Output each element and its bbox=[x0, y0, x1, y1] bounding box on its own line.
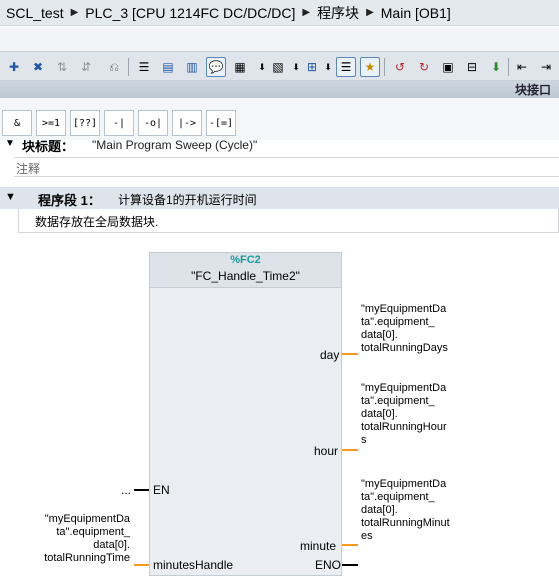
monitor-icon[interactable]: ★ bbox=[360, 57, 380, 77]
hour-output-tag[interactable]: "myEquipmentDa ta".equipment_ data[0]. t… bbox=[361, 382, 447, 447]
reset-icon[interactable]: ⎌ bbox=[104, 57, 124, 77]
branch-button[interactable]: |-> bbox=[172, 110, 202, 136]
chevron-right-icon: ▶ bbox=[70, 7, 79, 18]
collapse-network-icon[interactable]: ▼ bbox=[5, 191, 16, 203]
block-interface-header[interactable]: 块接口 bbox=[0, 81, 559, 98]
en-pin-label: EN bbox=[153, 483, 170, 497]
delete-network-icon[interactable]: ✖ bbox=[28, 57, 48, 77]
network-comments-icon[interactable]: ▥ bbox=[182, 57, 202, 77]
hour-pin-label: hour bbox=[314, 444, 339, 458]
block-title-label: 块标题： bbox=[22, 140, 75, 154]
day-output-tag[interactable]: "myEquipmentDa ta".equipment_ data[0]. t… bbox=[361, 303, 448, 355]
eno-pin-label: ENO bbox=[315, 558, 342, 572]
toolbar-separator bbox=[384, 58, 385, 76]
minute-wire bbox=[342, 544, 358, 546]
editor-toolbar: ✚ ✖ ⇅ ⇵ ⎌ ☰ ▤ ▥ 💬 ▦ ⬇ ▧ ⬇ ⊞ ⬇ ☰ ★ ↺ ↻ ▣ … bbox=[0, 51, 559, 81]
and-box-button[interactable]: & bbox=[2, 110, 32, 136]
block-comment-field[interactable]: 注释 bbox=[14, 157, 559, 177]
network-label: 程序段 1： bbox=[38, 193, 101, 208]
display-tags-icon[interactable]: 💬 bbox=[206, 57, 226, 77]
break-icon[interactable]: ⬇ bbox=[486, 57, 506, 77]
hour-wire bbox=[342, 449, 358, 451]
insert-row-icon[interactable]: ⇅ bbox=[52, 57, 72, 77]
minutes-handle-pin-label: minutesHandle bbox=[153, 558, 234, 572]
day-wire bbox=[342, 353, 358, 355]
breadcrumb-main[interactable]: Main [OB1] bbox=[381, 5, 451, 21]
breadcrumb-project[interactable]: SCL_test bbox=[6, 5, 64, 21]
insert-input-button[interactable]: -| bbox=[104, 110, 134, 136]
collapse-icon[interactable]: ▼ bbox=[5, 140, 15, 149]
day-pin-label: day bbox=[320, 348, 340, 362]
network-header: ▼ 程序段 1： 计算设备1的开机运行时间 bbox=[0, 187, 559, 209]
go-online-icon[interactable]: ☰ bbox=[336, 57, 356, 77]
network-comment[interactable]: 数据存放在全局数据块. bbox=[18, 209, 559, 233]
eno-wire bbox=[342, 564, 358, 566]
add-row-icon[interactable]: ⇵ bbox=[76, 57, 96, 77]
chevron-right-icon: ▶ bbox=[366, 7, 374, 18]
instruction-bar-gap bbox=[0, 98, 559, 106]
indent-icon[interactable]: ⇤ bbox=[512, 57, 532, 77]
function-block-name[interactable]: "FC_Handle_Time2" bbox=[149, 269, 342, 283]
toolbar-separator bbox=[128, 58, 129, 76]
minute-pin-label: minute bbox=[300, 539, 337, 553]
sort-icon[interactable]: ▧ bbox=[268, 57, 288, 77]
block-title-value[interactable]: "Main Program Sweep (Cycle)" bbox=[92, 140, 257, 152]
chevron-right-icon: ▶ bbox=[302, 7, 311, 18]
empty-box-button[interactable]: [??] bbox=[70, 110, 100, 136]
function-block[interactable] bbox=[149, 252, 342, 576]
minutes-handle-input-tag[interactable]: "myEquipmentDa ta".equipment_ data[0]. t… bbox=[34, 513, 130, 565]
instruction-favorites-bar: & >=1 [??] -| -o| |-> -[=] bbox=[0, 106, 559, 140]
modify-icon[interactable]: ⊟ bbox=[462, 57, 482, 77]
or-box-button[interactable]: >=1 bbox=[36, 110, 66, 136]
compile-icon[interactable]: ▣ bbox=[438, 57, 458, 77]
editor-top-gap bbox=[0, 27, 559, 51]
breadcrumb-plc[interactable]: PLC_3 [CPU 1214FC DC/DC/DC] bbox=[85, 5, 295, 21]
view-icon[interactable]: ⬇ bbox=[318, 57, 338, 77]
minutes-handle-wire bbox=[134, 564, 149, 566]
function-block-number[interactable]: %FC2 bbox=[149, 254, 342, 266]
block-interface-label: 块接口 bbox=[514, 83, 551, 97]
en-wire bbox=[134, 489, 149, 491]
en-operand[interactable]: ... bbox=[121, 483, 131, 497]
breadcrumb: SCL_test ▶ PLC_3 [CPU 1214FC DC/DC/DC] ▶… bbox=[0, 0, 559, 26]
negate-button[interactable]: -o| bbox=[138, 110, 168, 136]
network-title[interactable]: 计算设备1的开机运行时间 bbox=[118, 191, 257, 208]
symbol-info-icon[interactable]: ▦ bbox=[230, 57, 250, 77]
toolbar-separator bbox=[508, 58, 509, 76]
block-title-row: ▼ 块标题： "Main Program Sweep (Cycle)" bbox=[0, 140, 559, 154]
breadcrumb-program-blocks[interactable]: 程序块 bbox=[317, 3, 359, 23]
load-icon[interactable]: ↺ bbox=[390, 57, 410, 77]
insert-network-icon[interactable]: ✚ bbox=[4, 57, 24, 77]
outdent-icon[interactable]: ⇥ bbox=[536, 57, 556, 77]
display-favorites-icon[interactable]: ▤ bbox=[158, 57, 178, 77]
download-icon[interactable]: ↻ bbox=[414, 57, 434, 77]
minute-output-tag[interactable]: "myEquipmentDa ta".equipment_ data[0]. t… bbox=[361, 478, 450, 543]
assignment-button[interactable]: -[=] bbox=[206, 110, 236, 136]
absolute-operands-icon[interactable]: ☰ bbox=[134, 57, 154, 77]
